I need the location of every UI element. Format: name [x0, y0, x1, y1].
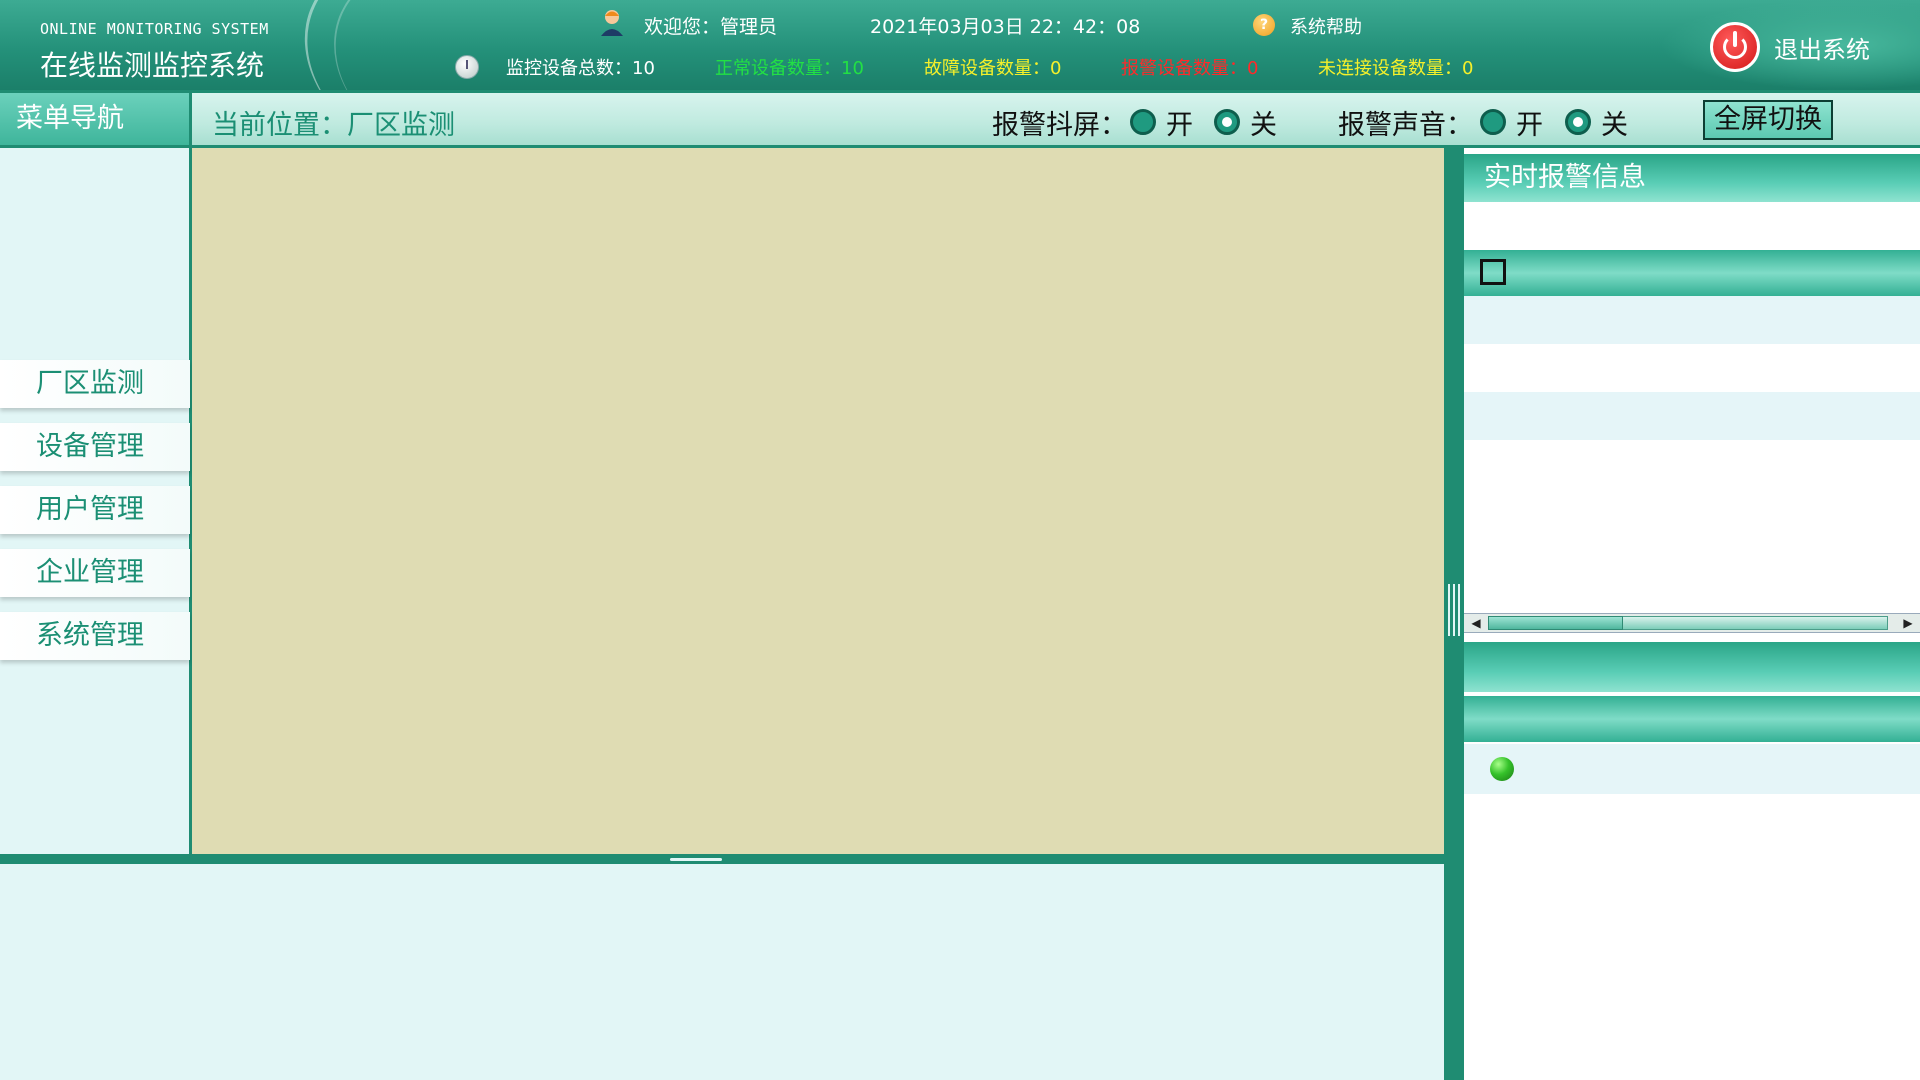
power-icon	[1710, 22, 1760, 72]
alarm-panel: 实时报警信息 ◀ ▶	[1464, 148, 1920, 1080]
help-icon[interactable]: ?	[1253, 14, 1275, 36]
alarm-shake-label: 报警抖屏：	[992, 110, 1127, 141]
help-link[interactable]: 系统帮助	[1290, 13, 1362, 39]
main-content-area	[192, 148, 1444, 854]
fullscreen-button[interactable]: 全屏切换	[1703, 100, 1833, 140]
bottom-panel	[0, 864, 1444, 1080]
table-row	[1464, 392, 1920, 440]
alarm-sound-off-radio[interactable]	[1565, 109, 1591, 135]
sidebar-item-enterprise-management[interactable]: 企业管理	[0, 549, 190, 597]
alarm-shake-off-radio[interactable]	[1214, 109, 1240, 135]
stat-disconnected: 未连接设备数量：0	[1318, 58, 1474, 79]
scroll-left-icon[interactable]: ◀	[1466, 615, 1486, 631]
device-status-table-header	[1464, 696, 1920, 742]
horizontal-scrollbar[interactable]: ◀ ▶	[1464, 613, 1920, 633]
monitor-icon	[455, 55, 479, 79]
scroll-right-icon[interactable]: ▶	[1898, 615, 1918, 631]
welcome-text: 欢迎您：管理员	[644, 16, 778, 38]
horizontal-splitter[interactable]	[0, 854, 1444, 864]
alarm-panel-title: 实时报警信息	[1464, 154, 1920, 202]
sidebar: 厂区监测 设备管理 用户管理 企业管理 系统管理	[0, 148, 192, 854]
alarm-shake-off-label: 关	[1250, 110, 1277, 141]
app-title: 在线监测监控系统	[40, 49, 265, 82]
alarm-table-header	[1464, 250, 1920, 296]
alarm-shake-on-radio[interactable]	[1130, 109, 1156, 135]
logout-label: 退出系统	[1774, 35, 1870, 64]
table-row	[1464, 744, 1920, 794]
app-title-en: ONLINE MONITORING SYSTEM	[40, 20, 269, 38]
logout-button[interactable]: 退出系统	[1710, 15, 1910, 79]
alarm-sound-label: 报警声音：	[1338, 110, 1473, 141]
sidebar-item-plant-monitoring[interactable]: 厂区监测	[0, 360, 190, 408]
datetime: 2021年03月03日 22：42：08	[870, 16, 1141, 38]
device-status-header	[1464, 642, 1920, 692]
alarm-sound-on-radio[interactable]	[1480, 109, 1506, 135]
alarm-shake-on-label: 开	[1166, 110, 1193, 141]
sidebar-item-user-management[interactable]: 用户管理	[0, 486, 190, 534]
menu-nav-title: 菜单导航	[0, 93, 192, 145]
vertical-splitter[interactable]	[1444, 148, 1464, 1080]
stat-normal: 正常设备数量：10	[715, 58, 864, 79]
breadcrumb: 当前位置：厂区监测	[212, 110, 455, 141]
stat-total: 监控设备总数：10	[506, 58, 655, 79]
alarm-sound-off-label: 关	[1601, 110, 1628, 141]
sub-toolbar: 菜单导航 当前位置：厂区监测 报警抖屏： 开 关 报警声音： 开 关 全屏切换	[0, 90, 1920, 148]
status-online-icon	[1490, 757, 1514, 781]
user-icon	[601, 10, 623, 36]
sidebar-item-device-management[interactable]: 设备管理	[0, 423, 190, 471]
stat-fault: 故障设备数量：0	[924, 58, 1062, 79]
splitter-handle[interactable]	[670, 858, 722, 861]
alarm-sound-on-label: 开	[1516, 110, 1543, 141]
select-all-checkbox[interactable]	[1480, 259, 1506, 285]
table-row	[1464, 344, 1920, 392]
sidebar-item-system-management[interactable]: 系统管理	[0, 612, 190, 660]
scroll-thumb[interactable]	[1488, 616, 1623, 630]
top-header: ONLINE MONITORING SYSTEM 在线监测监控系统 欢迎您：管理…	[0, 0, 1920, 90]
splitter-grip[interactable]	[1448, 584, 1460, 636]
table-row	[1464, 296, 1920, 344]
stat-alarm: 报警设备数量：0	[1121, 58, 1259, 79]
